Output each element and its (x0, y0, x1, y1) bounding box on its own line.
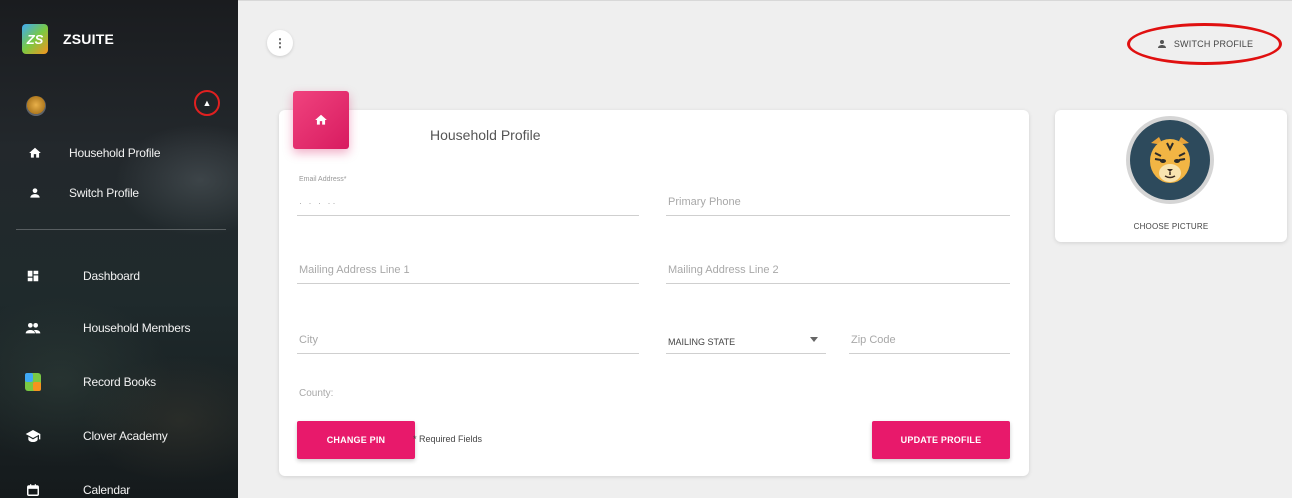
calendar-icon (23, 480, 43, 498)
switch-profile-label: SWITCH PROFILE (1173, 39, 1254, 49)
dashboard-icon (23, 266, 43, 286)
collapse-profile-button[interactable]: ▲ (194, 90, 220, 116)
card-title: Household Profile (430, 127, 541, 143)
county-label: County: (299, 388, 334, 399)
sidebar: ZS ZSUITE ▲ Household Profile Switch Pro… (0, 0, 238, 498)
mailing-address-line-2-field[interactable]: Mailing Address Line 2 (666, 260, 1010, 284)
home-icon (293, 91, 349, 149)
choose-picture-button[interactable]: CHOOSE PICTURE (1055, 222, 1287, 231)
more-vert-icon: ⋮ (274, 36, 286, 50)
brand[interactable]: ZS ZSUITE (22, 24, 114, 54)
city-field[interactable]: City (297, 330, 639, 354)
sidebar-item-clover-academy[interactable]: Clover Academy (0, 419, 238, 453)
sidebar-item-household-members[interactable]: Household Members (0, 311, 238, 345)
sidebar-item-dashboard[interactable]: Dashboard (0, 259, 238, 293)
sidebar-divider (16, 229, 226, 230)
zsuite-logo: ZS (22, 24, 48, 54)
change-pin-button[interactable]: CHANGE PIN (297, 421, 415, 459)
sidebar-item-label: Clover Academy (83, 429, 168, 443)
dropdown-arrow-icon (810, 337, 818, 342)
sidebar-item-household-profile[interactable]: Household Profile (0, 136, 238, 170)
sidebar-item-label: Dashboard (83, 269, 140, 283)
user-avatar[interactable] (26, 96, 46, 116)
required-fields-note: * Required Fields (413, 434, 483, 444)
email-value: · · · ·· (299, 198, 338, 208)
primary-phone-placeholder: Primary Phone (668, 196, 741, 208)
mailing-state-select[interactable]: MAILING STATE (666, 330, 826, 354)
tiger-avatar-icon (1130, 120, 1210, 200)
sidebar-item-label: Household Members (83, 321, 191, 335)
email-field[interactable]: Email Address* · · · ·· (297, 176, 639, 216)
chevron-up-icon: ▲ (202, 97, 212, 108)
sidebar-item-label: Calendar (83, 483, 131, 497)
home-icon (25, 143, 45, 163)
sidebar-item-label: Record Books (83, 375, 156, 389)
update-profile-button[interactable]: UPDATE PROFILE (872, 421, 1010, 459)
more-options-button[interactable]: ⋮ (267, 30, 293, 56)
switch-profile-button[interactable]: SWITCH PROFILE (1127, 23, 1282, 65)
sidebar-item-switch-profile[interactable]: Switch Profile (0, 176, 238, 210)
people-icon (23, 318, 43, 338)
sidebar-item-calendar[interactable]: Calendar (0, 473, 238, 498)
primary-phone-field[interactable]: Primary Phone (666, 192, 1010, 216)
sidebar-item-record-books[interactable]: Record Books (0, 365, 238, 399)
household-profile-card: Household Profile Email Address* · · · ·… (279, 91, 1029, 476)
app-name: ZSUITE (63, 31, 114, 47)
zs-logo-icon (23, 372, 43, 392)
main-content: ⋮ SWITCH PROFILE Household Profile Email… (238, 0, 1292, 498)
sidebar-item-label: Household Profile (69, 146, 161, 160)
picture-card: CHOOSE PICTURE (1055, 110, 1287, 242)
mailing-state-label: MAILING STATE (668, 337, 736, 347)
zip-code-field[interactable]: Zip Code (849, 330, 1010, 354)
mailing-address-line-1-field[interactable]: Mailing Address Line 1 (297, 260, 639, 284)
person-icon (25, 183, 45, 203)
mailing-address-line-2-placeholder: Mailing Address Line 2 (668, 264, 779, 276)
email-label: Email Address* (299, 176, 347, 183)
city-placeholder: City (299, 334, 318, 346)
profile-picture[interactable] (1126, 116, 1214, 204)
graduation-cap-icon (23, 426, 43, 446)
person-icon (1156, 38, 1168, 50)
mailing-address-line-1-placeholder: Mailing Address Line 1 (299, 264, 410, 276)
zip-code-placeholder: Zip Code (851, 334, 896, 346)
sidebar-item-label: Switch Profile (69, 186, 139, 200)
